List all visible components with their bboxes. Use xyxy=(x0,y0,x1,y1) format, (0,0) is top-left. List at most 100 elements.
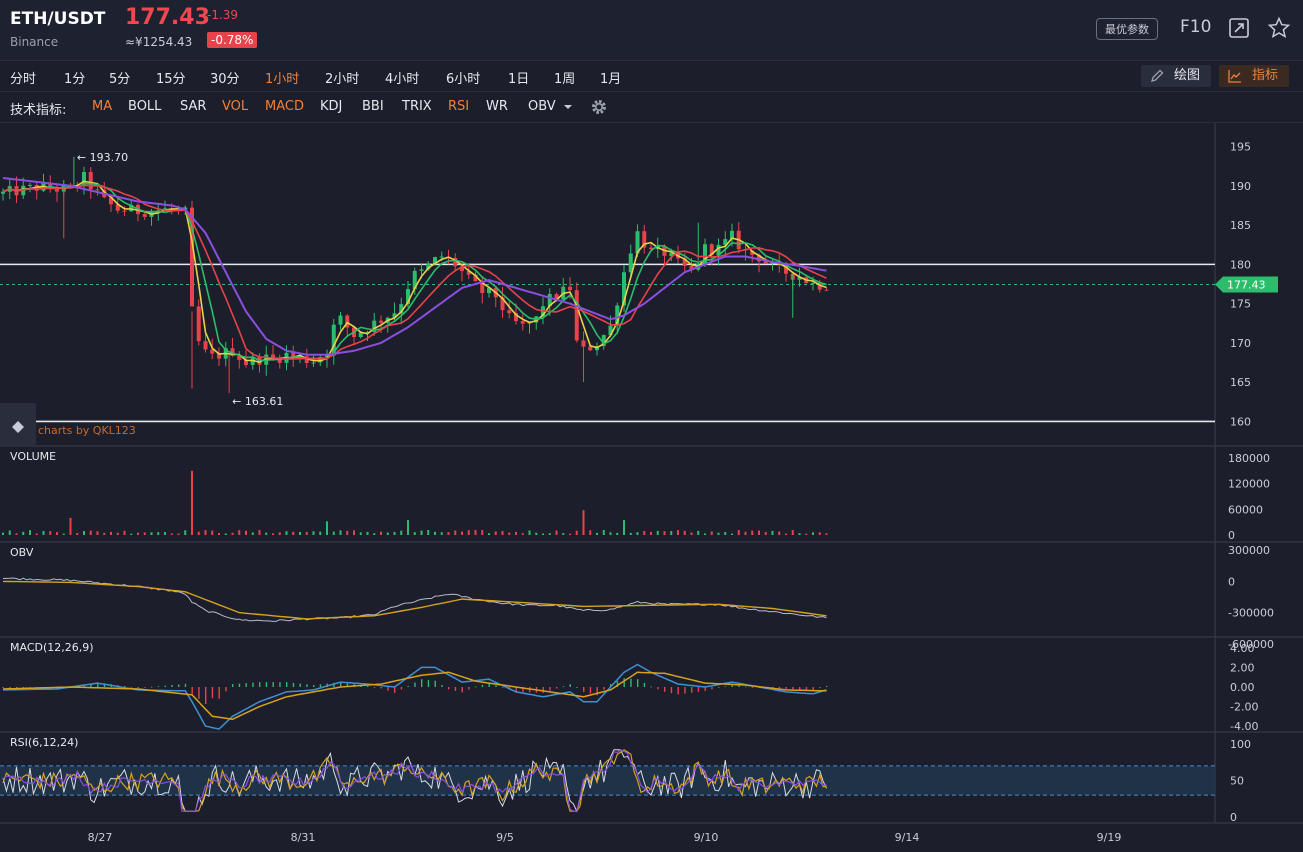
indicators-label: 指标 xyxy=(1252,68,1279,83)
timeframe-tab[interactable]: 1日 xyxy=(508,68,529,87)
volume-bar xyxy=(690,532,693,535)
volume-bar xyxy=(373,533,376,535)
macd-histogram-bar xyxy=(745,686,747,688)
macd-histogram-bar xyxy=(137,687,139,688)
indicators-button[interactable]: 指标 xyxy=(1219,65,1289,87)
volume-bar xyxy=(123,530,126,535)
chart-area[interactable]: 195 190 185 180 175 170 165 160 ← 193.70 ← 163.61… xyxy=(0,123,1303,852)
volume-bar xyxy=(339,530,342,535)
time-tick-label: 8/31 xyxy=(291,831,316,844)
candle-body xyxy=(122,210,127,212)
candle-body xyxy=(142,214,147,217)
candle-body xyxy=(520,321,525,324)
macd-histogram-bar xyxy=(448,687,450,690)
volume-bar xyxy=(137,532,139,535)
volume-bar xyxy=(312,531,315,535)
timeframe-tab[interactable]: 分时 xyxy=(10,68,36,87)
header-bar: ETH/USDT Binance 177.43 -1.39 ≈¥1254.43 … xyxy=(0,0,1303,61)
timeframe-tab-active[interactable]: 1小时 xyxy=(265,68,299,87)
timeframe-tab[interactable]: 30分 xyxy=(210,68,240,87)
star-icon[interactable] xyxy=(1267,16,1291,40)
volume-bar xyxy=(683,530,686,535)
macd-tick-label: -4.00 xyxy=(1230,720,1258,733)
macd-histogram-bar xyxy=(191,687,193,694)
volume-bar xyxy=(737,530,740,535)
candle-body xyxy=(196,306,201,342)
timeframe-tab[interactable]: 6小时 xyxy=(446,68,480,87)
indicator-rsi[interactable]: RSI xyxy=(448,99,469,114)
volume-bar xyxy=(130,533,133,535)
macd-histogram-bar xyxy=(225,687,227,692)
indicator-macd[interactable]: MACD xyxy=(265,99,304,114)
volume-bar xyxy=(778,531,781,535)
volume-bar xyxy=(191,470,193,535)
indicator-sar[interactable]: SAR xyxy=(180,99,206,114)
volume-bar xyxy=(717,532,720,535)
chevron-down-icon[interactable] xyxy=(563,102,573,112)
indicator-bbi[interactable]: BBI xyxy=(362,99,384,114)
candle-body xyxy=(379,320,383,323)
volume-bar xyxy=(420,530,423,535)
volume-bar xyxy=(825,533,828,535)
timeframe-tab[interactable]: 15分 xyxy=(156,68,186,87)
candle-body xyxy=(1,191,5,194)
volume-bar xyxy=(353,530,355,535)
volume-bar xyxy=(96,531,99,535)
macd-histogram-bar xyxy=(2,687,4,688)
macd-histogram-bar xyxy=(819,687,821,689)
volume-bar xyxy=(528,530,531,535)
rsi-tick-label: 0 xyxy=(1230,811,1237,824)
volume-bar xyxy=(2,532,4,535)
timeframe-tab[interactable]: 4小时 xyxy=(385,68,419,87)
indicator-ma[interactable]: MA xyxy=(92,99,112,114)
exchange-label: Binance xyxy=(10,35,59,49)
volume-bar xyxy=(393,531,396,535)
time-tick-label: 9/10 xyxy=(694,831,719,844)
volume-bar xyxy=(184,530,187,535)
timeframe-tab[interactable]: 5分 xyxy=(109,68,130,87)
timeframe-tab[interactable]: 1月 xyxy=(600,68,621,87)
time-tick-label: 9/14 xyxy=(895,831,920,844)
indicator-trix[interactable]: TRIX xyxy=(402,99,432,114)
indicator-kdj[interactable]: KDJ xyxy=(320,99,342,114)
gear-icon[interactable] xyxy=(590,98,608,116)
timeframe-bar: 分时 1分 5分 15分 30分 1小时 2小时 4小时 6小时 1日 1周 1… xyxy=(0,61,1303,92)
timeframe-tab[interactable]: 1分 xyxy=(64,68,85,87)
macd-histogram-bar xyxy=(259,682,261,687)
volume-bar xyxy=(623,520,625,535)
volume-bar xyxy=(56,532,58,535)
macd-histogram-bar xyxy=(306,684,308,687)
macd-histogram-bar xyxy=(198,687,200,699)
macd-histogram-bar xyxy=(211,687,214,699)
macd-histogram-bar xyxy=(232,684,234,687)
indicator-vol[interactable]: VOL xyxy=(222,99,248,114)
timeframe-tab[interactable]: 2小时 xyxy=(325,68,359,87)
timeframe-tab[interactable]: 1周 xyxy=(554,68,575,87)
candle-body xyxy=(574,290,579,341)
macd-histogram-bar xyxy=(562,686,565,688)
volume-bar xyxy=(15,533,18,535)
indicator-wr[interactable]: WR xyxy=(486,99,508,114)
macd-histogram-bar xyxy=(387,687,389,691)
volume-bar xyxy=(758,530,760,535)
price-tick-label: 175 xyxy=(1230,298,1251,311)
candle-body xyxy=(419,269,424,271)
high-price-marker: ← 193.70 xyxy=(77,151,128,164)
macd-histogram-bar xyxy=(805,687,808,690)
macd-histogram-bar xyxy=(677,687,679,695)
indicator-boll[interactable]: BOLL xyxy=(128,99,161,114)
f10-button[interactable]: F10 xyxy=(1180,17,1211,37)
volume-bar xyxy=(521,533,524,535)
volume-bar xyxy=(359,532,362,535)
volume-bar xyxy=(319,531,322,535)
fullscreen-icon[interactable] xyxy=(1227,16,1251,40)
volume-bar xyxy=(265,532,268,535)
volume-bar xyxy=(704,533,706,535)
obv-signal-line xyxy=(2,580,827,620)
volume-bar xyxy=(89,530,92,535)
draw-button[interactable]: 绘图 xyxy=(1141,65,1211,87)
volume-bar xyxy=(42,531,45,535)
optimal-params-button[interactable]: 最优参数 xyxy=(1096,18,1158,40)
macd-histogram-bar xyxy=(299,683,301,687)
indicator-obv[interactable]: OBV xyxy=(528,99,556,114)
